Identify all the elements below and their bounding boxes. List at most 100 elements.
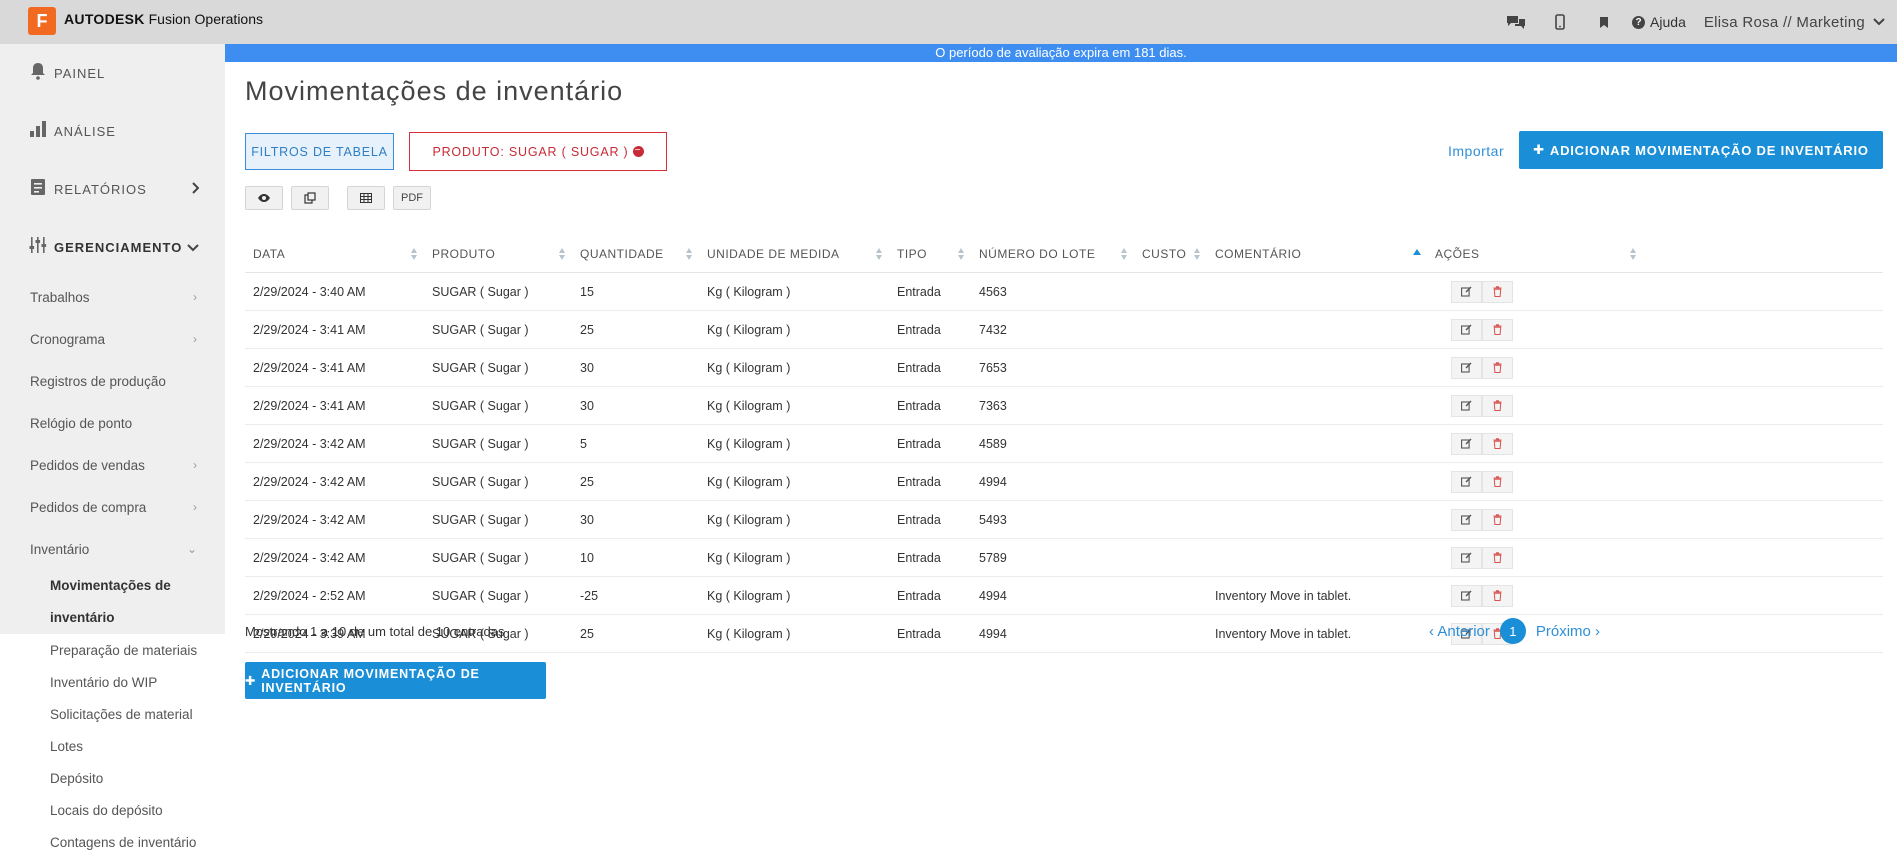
add-inventory-move-button-bottom[interactable]: ✚ ADICIONAR MOVIMENTAÇÃO DE INVENTÁRIO — [245, 662, 546, 699]
sidebar-item-solicitacoes[interactable]: Solicitações de material — [0, 698, 225, 730]
sidebar-item-cronograma[interactable]: Cronograma › — [0, 318, 225, 360]
edit-icon[interactable] — [1451, 356, 1482, 379]
table-row: 2/29/2024 - 3:41 AM SUGAR ( Sugar ) 30 Kg (… — [245, 387, 1883, 425]
sidebar-item-preparacao[interactable]: Preparação de materiais — [0, 634, 225, 666]
user-menu[interactable]: Elisa Rosa // Marketing — [1704, 14, 1885, 31]
plus-icon: ✚ — [1533, 142, 1545, 157]
sidebar-item-deposito[interactable]: Depósito — [0, 762, 225, 794]
question-icon: ? — [1632, 15, 1646, 29]
next-page-link[interactable]: Próximo › — [1536, 623, 1600, 640]
sidebar-item-label: Registros de produção — [30, 373, 166, 389]
import-link[interactable]: Importar — [1448, 143, 1504, 159]
previous-page-link[interactable]: ‹ Anterior — [1429, 623, 1490, 640]
table-row: 2/29/2024 - 2:52 AM SUGAR ( Sugar ) -25 Kg … — [245, 577, 1883, 615]
cell-data: 2/29/2024 - 2:52 AM — [253, 588, 366, 603]
chevron-right-icon — [191, 181, 200, 197]
sidebar: PAINEL ANÁLISE RELATÓRIOS GERENCIAMENTO … — [0, 44, 225, 850]
chevron-down-icon — [1873, 18, 1885, 26]
cell-produto: SUGAR ( Sugar ) — [432, 322, 529, 337]
eye-icon[interactable] — [245, 186, 283, 210]
sort-icon — [1121, 247, 1128, 260]
sidebar-item-label: Pedidos de compra — [30, 499, 147, 515]
trash-icon[interactable] — [1482, 356, 1513, 379]
edit-icon[interactable] — [1451, 432, 1482, 455]
trash-icon[interactable] — [1482, 546, 1513, 569]
trash-icon[interactable] — [1482, 432, 1513, 455]
app-logo[interactable]: F — [28, 7, 56, 35]
table-icon[interactable] — [347, 186, 385, 210]
trash-icon[interactable] — [1482, 584, 1513, 607]
cell-tipo: Entrada — [897, 550, 941, 565]
sidebar-item-pedidos-compra[interactable]: Pedidos de compra › — [0, 486, 225, 528]
cell-quantidade: 15 — [580, 284, 594, 299]
table-filters-button[interactable]: FILTROS DE TABELA — [245, 133, 394, 170]
cell-tipo: Entrada — [897, 322, 941, 337]
cell-data: 2/29/2024 - 3:42 AM — [253, 474, 366, 489]
column-header-lote[interactable]: NÚMERO DO LOTE — [971, 235, 1134, 273]
column-header-acoes[interactable]: AÇÕES — [1427, 235, 1643, 273]
sidebar-item-inventario[interactable]: Inventário ⌄ — [0, 528, 225, 570]
sidebar-item-pedidos-vendas[interactable]: Pedidos de vendas › — [0, 444, 225, 486]
edit-icon[interactable] — [1451, 508, 1482, 531]
sidebar-item-painel[interactable]: PAINEL — [0, 44, 225, 102]
cell-produto: SUGAR ( Sugar ) — [432, 398, 529, 413]
logo-letter: F — [36, 10, 48, 31]
trash-icon[interactable] — [1482, 470, 1513, 493]
sidebar-item-relogio[interactable]: Relógio de ponto — [0, 402, 225, 444]
product-filter-chip[interactable]: PRODUTO: SUGAR ( SUGAR ) − — [409, 132, 667, 171]
cell-tipo: Entrada — [897, 588, 941, 603]
column-header-data[interactable]: DATA — [245, 235, 424, 273]
chat-icon[interactable] — [1494, 0, 1538, 44]
sidebar-item-analise[interactable]: ANÁLISE — [0, 102, 225, 160]
column-header-custo[interactable]: CUSTO — [1134, 235, 1207, 273]
cell-unidade: Kg ( Kilogram ) — [707, 360, 791, 375]
trash-icon[interactable] — [1482, 280, 1513, 303]
sidebar-item-lotes[interactable]: Lotes — [0, 730, 225, 762]
cell-unidade: Kg ( Kilogram ) — [707, 550, 791, 565]
sidebar-item-label: Depósito — [50, 770, 104, 786]
sidebar-item-gerenciamento[interactable]: GERENCIAMENTO — [0, 218, 225, 276]
cell-lote: 7363 — [979, 398, 1007, 413]
chevron-down-icon: ⌄ — [186, 542, 197, 556]
edit-icon[interactable] — [1451, 546, 1482, 569]
cell-produto: SUGAR ( Sugar ) — [432, 284, 529, 299]
sidebar-item-label: Lotes — [50, 738, 84, 754]
column-header-produto[interactable]: PRODUTO — [424, 235, 572, 273]
edit-icon[interactable] — [1451, 584, 1482, 607]
sidebar-item-wip[interactable]: Inventário do WIP — [0, 666, 225, 698]
pdf-export-button[interactable]: PDF — [393, 186, 431, 210]
sidebar-item-trabalhos[interactable]: Trabalhos › — [0, 276, 225, 318]
sidebar-item-label: Locais do depósito — [50, 802, 163, 818]
trash-icon[interactable] — [1482, 508, 1513, 531]
help-link[interactable]: ? Ajuda — [1626, 14, 1704, 30]
edit-icon[interactable] — [1451, 318, 1482, 341]
sidebar-item-locais[interactable]: Locais do depósito — [0, 794, 225, 826]
page-number-button[interactable]: 1 — [1499, 618, 1526, 644]
remove-filter-icon[interactable]: − — [632, 146, 644, 157]
bookmark-icon[interactable] — [1582, 0, 1626, 44]
edit-icon[interactable] — [1451, 470, 1482, 493]
trash-icon[interactable] — [1482, 394, 1513, 417]
column-header-quantidade[interactable]: QUANTIDADE — [572, 235, 699, 273]
sidebar-item-movimentacoes[interactable]: Movimentações de inventário — [0, 570, 225, 634]
cell-data: 2/29/2024 - 3:40 AM — [253, 284, 366, 299]
sidebar-item-relatorios[interactable]: RELATÓRIOS — [0, 160, 225, 218]
add-inventory-move-button[interactable]: ✚ ADICIONAR MOVIMENTAÇÃO DE INVENTÁRIO — [1519, 131, 1883, 169]
edit-icon[interactable] — [1451, 280, 1482, 303]
sidebar-item-label: Preparação de materiais — [50, 642, 198, 658]
cell-data: 2/29/2024 - 3:42 AM — [253, 512, 366, 527]
top-bar: F AUTODESK Fusion Operations ? Ajuda Eli… — [0, 0, 1897, 44]
cell-unidade: Kg ( Kilogram ) — [707, 474, 791, 489]
trash-icon[interactable] — [1482, 318, 1513, 341]
cell-data: 2/29/2024 - 3:41 AM — [253, 322, 366, 337]
copy-icon[interactable] — [291, 186, 329, 210]
column-header-comentario[interactable]: COMENTÁRIO — [1207, 235, 1427, 273]
edit-icon[interactable] — [1451, 394, 1482, 417]
sidebar-item-contagens[interactable]: Contagens de inventário — [0, 826, 225, 850]
cell-tipo: Entrada — [897, 284, 941, 299]
column-header-tipo[interactable]: TIPO — [889, 235, 971, 273]
inventory-submenu: Movimentações de inventário Preparação d… — [0, 570, 225, 850]
column-header-unidade[interactable]: UNIDADE DE MEDIDA — [699, 235, 889, 273]
mobile-icon[interactable] — [1538, 0, 1582, 44]
sidebar-item-registros[interactable]: Registros de produção — [0, 360, 225, 402]
